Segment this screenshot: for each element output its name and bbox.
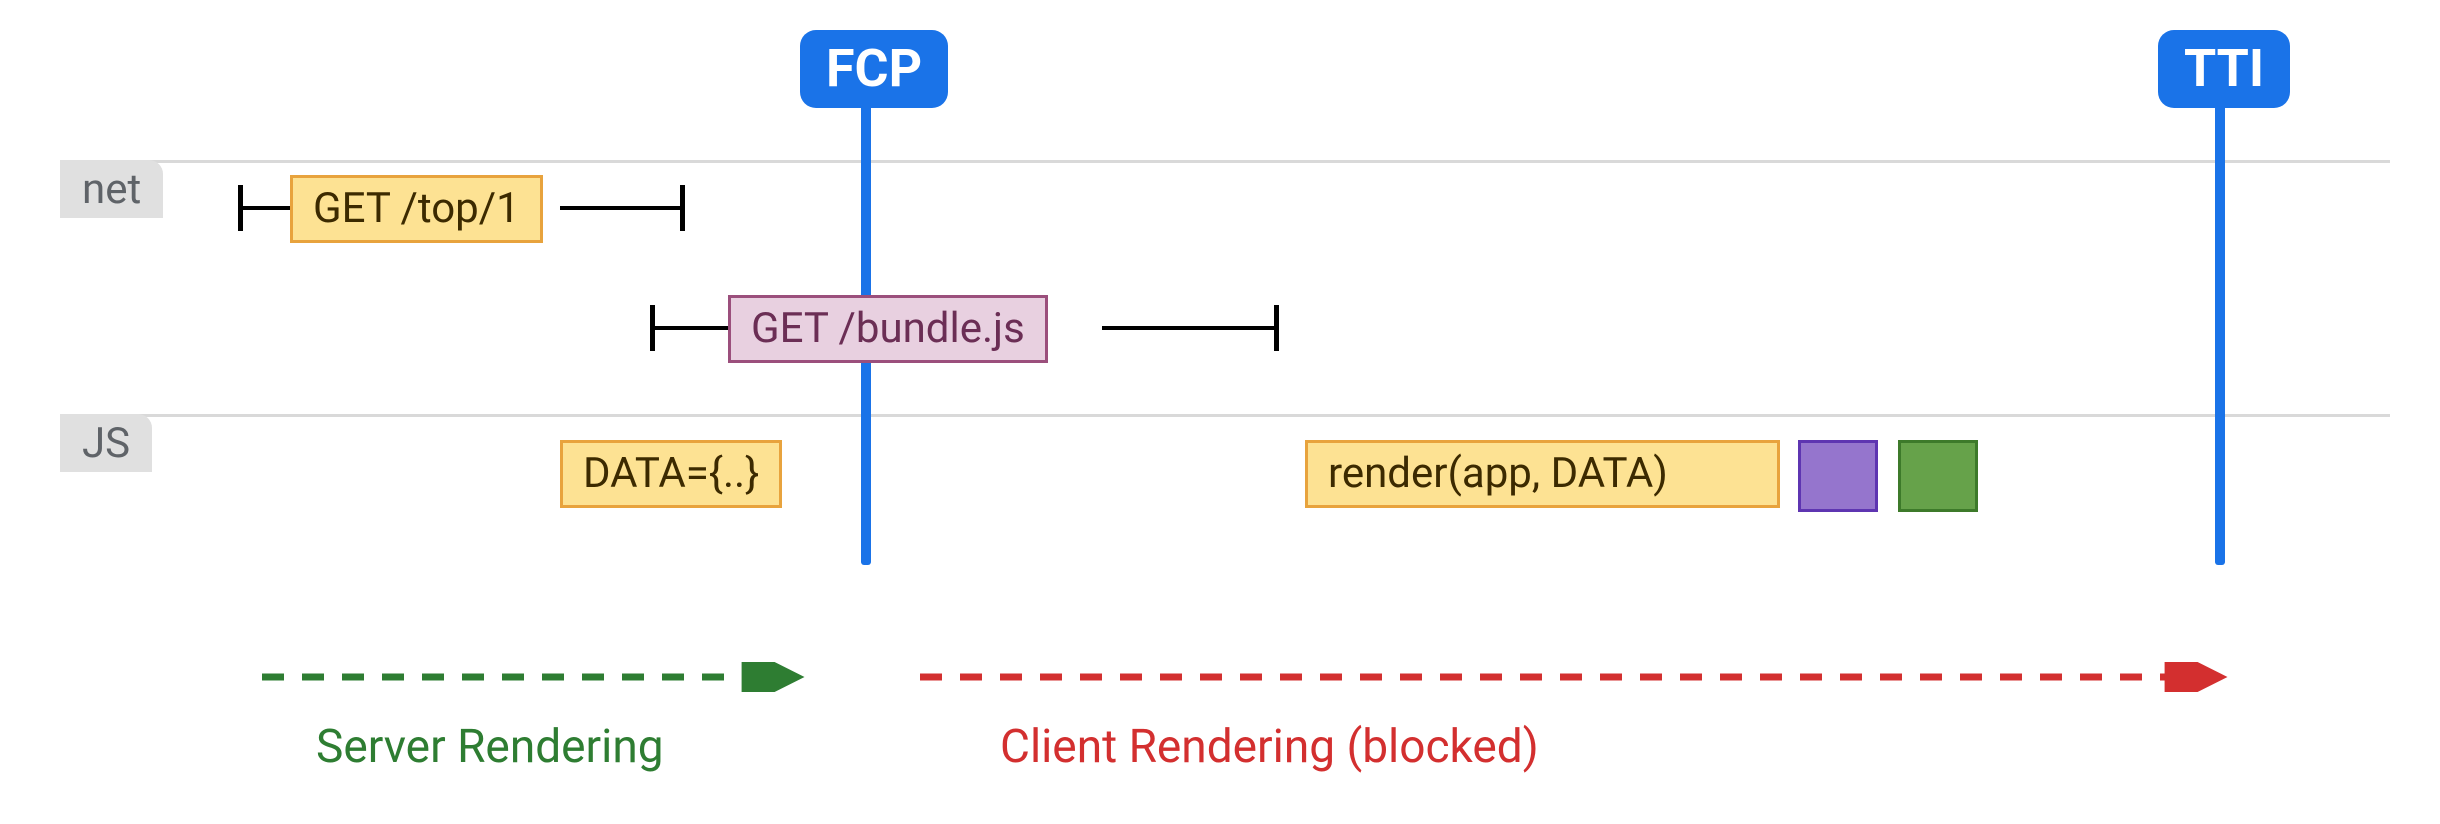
get-top-left-whisker bbox=[238, 206, 290, 210]
fcp-marker: FCP bbox=[800, 30, 948, 108]
get-top-bar: GET /top/1 bbox=[290, 175, 543, 243]
track-label-js: JS bbox=[60, 414, 152, 472]
get-top-right-whisker bbox=[560, 206, 680, 210]
grid-line-js bbox=[60, 414, 2390, 417]
tti-line bbox=[2215, 95, 2225, 565]
render-bar: render(app, DATA) bbox=[1305, 440, 1780, 508]
get-top-right-cap bbox=[680, 185, 685, 231]
get-bundle-left-whisker bbox=[650, 326, 728, 330]
server-phase-label: Server Rendering bbox=[316, 720, 664, 775]
grid-line-net bbox=[60, 160, 2390, 163]
green-task-box bbox=[1898, 440, 1978, 512]
client-phase-label: Client Rendering (blocked) bbox=[1000, 720, 1539, 775]
purple-task-box bbox=[1798, 440, 1878, 512]
get-bundle-right-whisker bbox=[1102, 326, 1274, 330]
get-bundle-right-cap bbox=[1274, 305, 1279, 351]
client-arrow bbox=[920, 662, 2230, 692]
tti-marker: TTI bbox=[2158, 30, 2290, 108]
get-bundle-bar: GET /bundle.js bbox=[728, 295, 1048, 363]
track-label-net: net bbox=[60, 160, 163, 218]
timeline-diagram: net JS FCP TTI GET /top/1 GET /bundle.js… bbox=[0, 0, 2440, 824]
data-blob-bar: DATA={..} bbox=[560, 440, 782, 508]
server-arrow bbox=[262, 662, 807, 692]
